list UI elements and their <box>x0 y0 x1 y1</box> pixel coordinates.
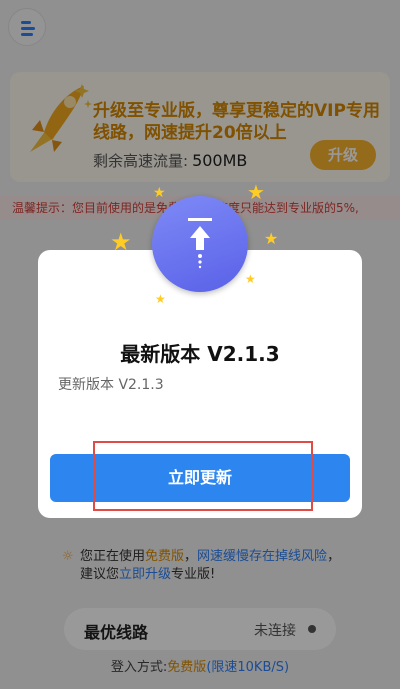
star-icon: ★ <box>264 229 279 248</box>
star-icon: ★ <box>110 228 132 256</box>
star-icon: ★ <box>153 185 166 201</box>
upload-icon <box>152 196 248 292</box>
star-icon: ★ <box>247 180 265 204</box>
star-icon: ★ <box>245 272 256 286</box>
dialog-title: 最新版本 V2.1.3 <box>120 342 280 366</box>
star-icon: ★ <box>155 292 166 306</box>
dialog-body: 更新版本 V2.1.3 <box>58 377 164 393</box>
highlight-box <box>93 441 313 511</box>
